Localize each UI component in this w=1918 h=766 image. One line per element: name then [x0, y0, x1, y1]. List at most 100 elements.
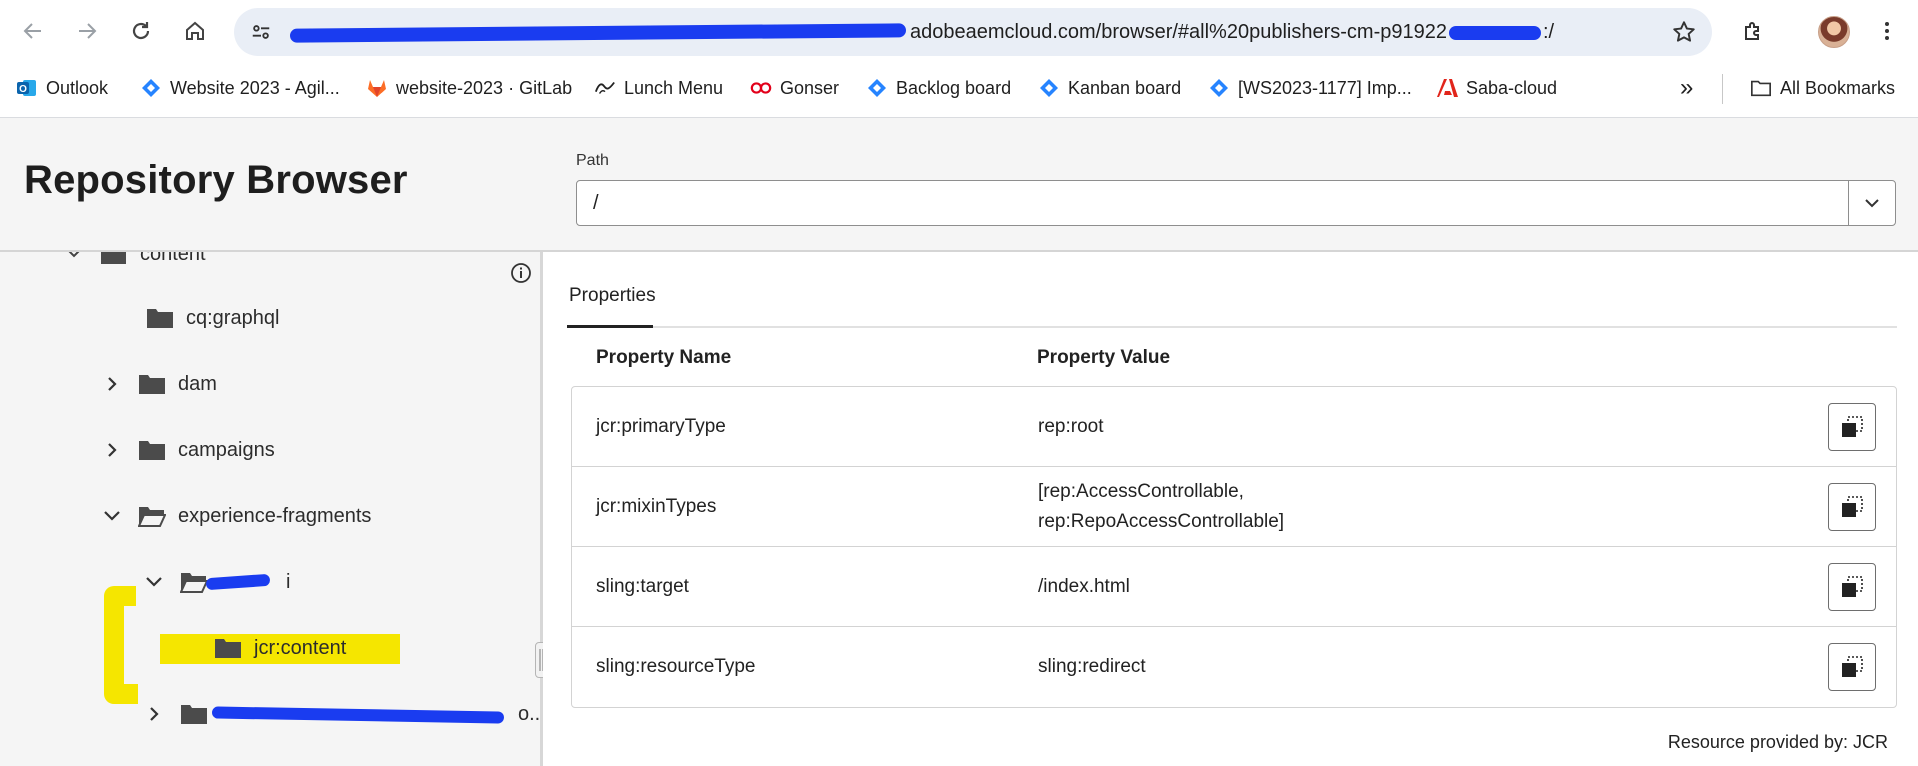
site-info-icon[interactable] — [248, 19, 274, 45]
bookmarks-bar: O Outlook Website 2023 - Agil... website… — [0, 62, 1918, 118]
bookmark-label: Website 2023 - Agil... — [170, 77, 340, 98]
url-text: adobeaemcloud.com/browser/#all%20publish… — [289, 8, 1555, 56]
bookmark-star-button[interactable] — [1670, 18, 1698, 46]
property-name: sling:target — [596, 576, 689, 597]
table-row: sling:resourceType sling:redirect — [572, 627, 1896, 707]
chevron-down-icon[interactable] — [100, 504, 124, 528]
copy-icon — [1842, 496, 1863, 517]
browser-menu-button[interactable] — [1870, 14, 1904, 48]
svg-text:O: O — [19, 84, 27, 95]
bookmark-lunch-menu[interactable]: Lunch Menu — [594, 72, 723, 104]
copy-icon — [1842, 656, 1863, 677]
property-value: /index.html — [1038, 576, 1130, 597]
bookmark-gonser[interactable]: Gonser — [750, 72, 839, 104]
gitlab-icon — [366, 77, 388, 99]
bookmark-ws2023-1177[interactable]: [WS2023-1177] Imp... — [1208, 72, 1412, 104]
tree-item-content[interactable]: content — [62, 252, 206, 274]
bookmark-gitlab[interactable]: website-2023 · GitLab — [366, 72, 572, 104]
property-value: sling:redirect — [1038, 656, 1146, 677]
all-bookmarks-label: All Bookmarks — [1780, 77, 1896, 98]
url-redaction — [289, 23, 907, 43]
jira-icon — [1208, 77, 1230, 99]
info-icon[interactable] — [510, 262, 532, 284]
folder-icon — [138, 438, 166, 462]
home-button[interactable] — [178, 14, 212, 48]
path-input[interactable] — [577, 181, 1849, 225]
path-dropdown-button[interactable] — [1848, 181, 1895, 225]
bookmark-label: website-2023 · GitLab — [396, 77, 573, 98]
property-value-line: rep:RepoAccessControllable] — [1038, 511, 1285, 532]
resource-provider-text: Resource provided by: JCR — [1667, 732, 1888, 752]
copy-button[interactable] — [1828, 403, 1876, 451]
column-header-property-name: Property Name — [596, 347, 732, 368]
all-bookmarks-button[interactable]: All Bookmarks — [1750, 72, 1895, 104]
app-header: Repository Browser Path — [0, 118, 1918, 252]
bookmarks-separator — [1722, 74, 1723, 104]
property-name: jcr:primaryType — [596, 416, 726, 437]
chevron-down-icon[interactable] — [142, 570, 166, 594]
url-visible-part: adobeaemcloud.com/browser/#all%20publish… — [910, 21, 1447, 43]
page-title: Repository Browser — [24, 158, 408, 202]
outlook-icon: O — [16, 77, 38, 99]
extensions-button[interactable] — [1736, 14, 1770, 48]
jira-icon — [1038, 77, 1060, 99]
tree-item-campaigns[interactable]: campaigns — [100, 430, 275, 470]
copy-button[interactable] — [1828, 483, 1876, 531]
adobe-icon — [1436, 77, 1458, 99]
star-icon — [1673, 21, 1695, 42]
back-button[interactable] — [16, 14, 50, 48]
path-label: Path — [576, 152, 609, 169]
copy-button[interactable] — [1828, 643, 1876, 691]
folder-open-icon — [100, 252, 128, 266]
lunch-menu-icon — [594, 77, 616, 99]
bookmark-label: [WS2023-1177] Imp... — [1238, 77, 1412, 98]
folder-open-icon — [180, 570, 208, 594]
address-bar[interactable]: adobeaemcloud.com/browser/#all%20publish… — [234, 8, 1712, 56]
column-header-property-value: Property Value — [1037, 347, 1171, 368]
tree-item-label: content — [140, 252, 206, 265]
bookmark-website-2023-agile[interactable]: Website 2023 - Agil... — [140, 72, 340, 104]
bookmark-label: Kanban board — [1068, 77, 1182, 98]
chevron-down-icon — [1865, 199, 1879, 208]
bookmark-label: Lunch Menu — [624, 77, 724, 98]
table-row: jcr:primaryType rep:root — [572, 387, 1896, 467]
reload-button[interactable] — [124, 14, 158, 48]
property-value: [rep:AccessControllable, rep:RepoAccessC… — [1038, 467, 1738, 547]
property-value: rep:root — [1038, 416, 1104, 437]
kebab-menu-icon — [1885, 22, 1889, 40]
tree-item-dam[interactable]: dam — [100, 364, 217, 404]
tab-list: Properties — [567, 274, 1897, 328]
bookmark-outlook[interactable]: O Outlook — [16, 72, 108, 104]
bookmark-backlog-board[interactable]: Backlog board — [866, 72, 1011, 104]
chevron-right-icon[interactable] — [100, 438, 124, 462]
tree-item-cq-graphql[interactable]: cq:graphql — [108, 298, 279, 338]
folder-open-icon — [138, 504, 166, 528]
property-name: jcr:mixinTypes — [596, 496, 717, 517]
tree-item-label: jcr:content — [254, 636, 347, 659]
tree-item-label: i — [286, 570, 291, 593]
bookmark-kanban-board[interactable]: Kanban board — [1038, 72, 1181, 104]
forward-button[interactable] — [70, 14, 104, 48]
folder-icon — [214, 636, 242, 660]
chevron-right-icon[interactable] — [142, 702, 166, 726]
tree-item-jcr-content[interactable]: jcr:content — [176, 628, 346, 668]
table-row: jcr:mixinTypes [rep:AccessControllable, … — [572, 467, 1896, 547]
tree-item-label: dam — [178, 372, 217, 395]
tab-properties[interactable]: Properties — [567, 274, 658, 328]
chevron-right-icon[interactable] — [100, 372, 124, 396]
folder-icon — [138, 372, 166, 396]
folder-outline-icon — [1750, 77, 1772, 99]
browser-toolbar: adobeaemcloud.com/browser/#all%20publish… — [0, 0, 1918, 62]
url-end: :/ — [1542, 21, 1555, 43]
bookmarks-overflow-button[interactable]: » — [1680, 72, 1693, 104]
chevron-down-icon[interactable] — [62, 252, 86, 266]
tree-item-label: cq:graphql — [186, 306, 280, 329]
tab-selected-indicator — [567, 325, 653, 328]
bookmark-saba-cloud[interactable]: Saba-cloud — [1436, 72, 1557, 104]
tree-item-experience-fragments[interactable]: experience-fragments — [100, 496, 371, 536]
copy-button[interactable] — [1828, 563, 1876, 611]
reload-icon — [132, 22, 150, 40]
profile-avatar[interactable] — [1818, 16, 1850, 48]
gonser-icon — [750, 77, 772, 99]
jira-icon — [140, 77, 162, 99]
